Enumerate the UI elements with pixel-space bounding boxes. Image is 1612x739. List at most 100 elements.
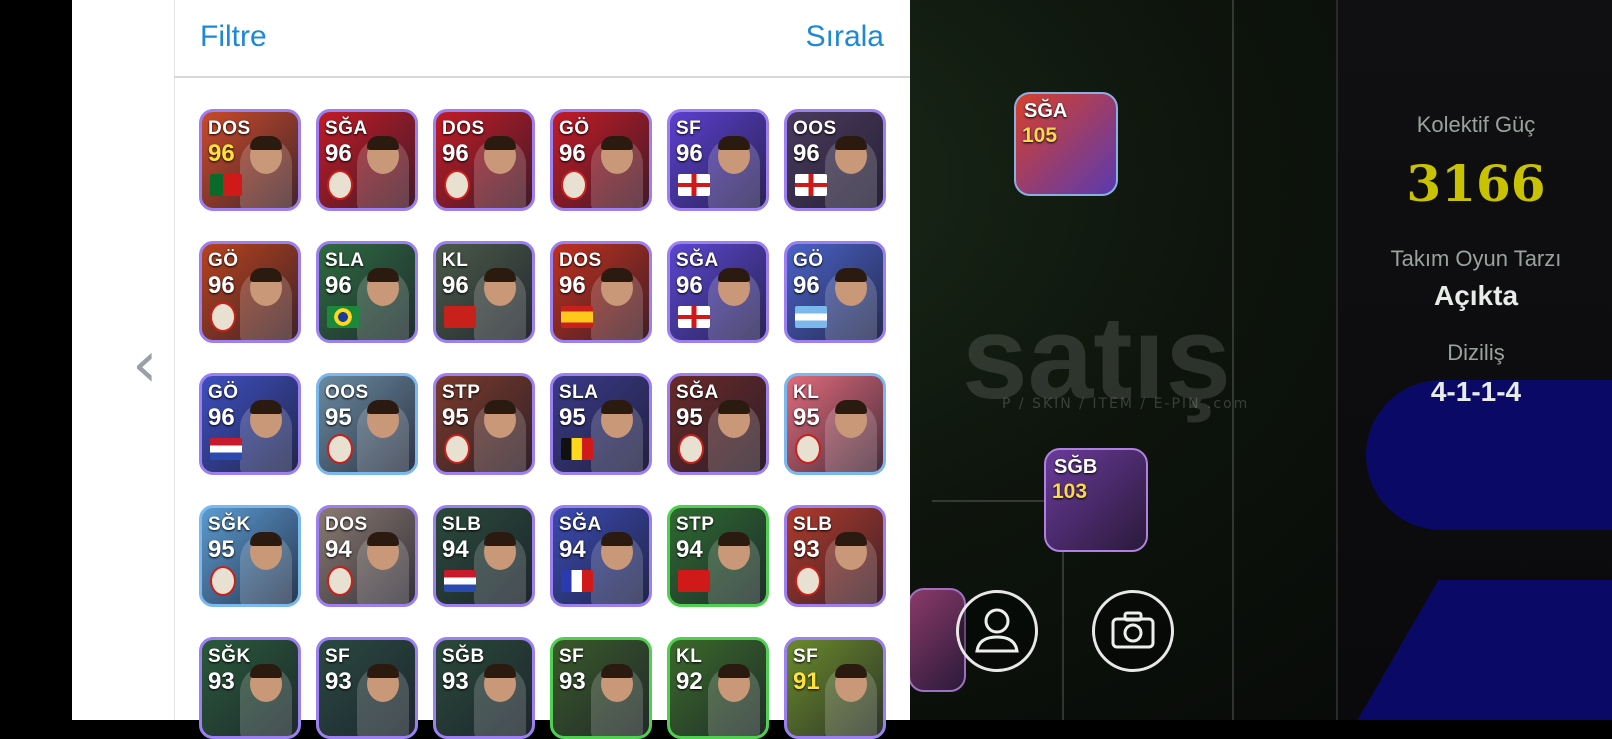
player-portrait	[240, 400, 292, 472]
sheffield-badge-icon	[795, 566, 821, 596]
belgium-flag-icon	[561, 438, 593, 460]
barcelona-badge-icon	[210, 302, 236, 332]
roma-badge-icon	[678, 434, 704, 464]
formation-value: 4-1-1-4	[1430, 376, 1522, 407]
player-rating: 92	[676, 668, 703, 695]
player-position: KL	[793, 382, 820, 403]
player-card[interactable]: STP 94	[667, 505, 769, 607]
decor-shape	[1357, 580, 1612, 720]
fcb-badge-icon	[210, 566, 236, 596]
arsenal-badge-icon	[327, 170, 353, 200]
field-player-card[interactable]: SĞB 103	[1044, 448, 1148, 552]
player-rating: 95	[559, 404, 586, 431]
player-rating: 96	[208, 140, 235, 167]
psg-badge-icon	[444, 434, 470, 464]
player-rating: 91	[793, 668, 820, 695]
player-list-panel: ‹ Filtre Sırala DOS 96 SĞA 96 DOS 96 GÖ 96 SF 96 O…	[72, 0, 910, 739]
player-card[interactable]: SĞK 93	[199, 637, 301, 739]
player-card[interactable]: SLB 93	[784, 505, 886, 607]
player-card[interactable]: SLA 96	[316, 241, 418, 343]
player-position: SLA	[325, 250, 365, 271]
play-style-label: Takım Oyun Tarzı	[1390, 246, 1562, 271]
player-portrait	[591, 532, 643, 604]
player-position: SĞK	[208, 514, 251, 535]
sort-button[interactable]: Sırala	[806, 20, 884, 54]
pitch-line	[932, 500, 1062, 502]
player-position: SF	[676, 118, 702, 139]
player-card[interactable]: SLB 94	[433, 505, 535, 607]
player-card[interactable]: DOS 96	[433, 109, 535, 211]
player-card[interactable]: SLA 95	[550, 373, 652, 475]
player-rating: 94	[559, 536, 586, 563]
field-card-rating: 103	[1052, 480, 1088, 503]
player-rating: 93	[793, 536, 820, 563]
player-rating: 96	[325, 272, 352, 299]
player-card[interactable]: KL 96	[433, 241, 535, 343]
arsenal-badge-icon	[561, 170, 587, 200]
player-position: SF	[559, 646, 585, 667]
player-card[interactable]: DOS 96	[550, 241, 652, 343]
field-card-position: SĞB	[1054, 456, 1098, 478]
fin-badge-icon	[795, 434, 821, 464]
player-portrait	[825, 400, 877, 472]
field-player-card[interactable]: SĞA 105	[1014, 92, 1118, 196]
player-card[interactable]: SĞA 96	[667, 241, 769, 343]
argentina-flag-icon	[795, 306, 827, 328]
player-rating: 94	[676, 536, 703, 563]
player-position: SĞA	[325, 118, 368, 139]
player-card[interactable]: KL 92	[667, 637, 769, 739]
player-portrait	[708, 664, 760, 736]
player-card[interactable]: STP 95	[433, 373, 535, 475]
player-card[interactable]: SĞA 94	[550, 505, 652, 607]
player-portrait	[591, 664, 643, 736]
player-position: GÖ	[208, 250, 239, 271]
netherlands-flag-icon	[444, 570, 476, 592]
player-card[interactable]: OOS 96	[784, 109, 886, 211]
player-card[interactable]: GÖ 96	[199, 241, 301, 343]
england-flag-icon	[678, 306, 710, 328]
player-card[interactable]: SF 91	[784, 637, 886, 739]
player-card[interactable]: SĞA 95	[667, 373, 769, 475]
player-card[interactable]: SF 96	[667, 109, 769, 211]
player-position: SĞA	[676, 382, 719, 403]
player-card[interactable]: SF 93	[316, 637, 418, 739]
player-rating: 95	[442, 404, 469, 431]
formation-label: Diziliş	[1447, 340, 1505, 365]
player-card[interactable]: SĞK 95	[199, 505, 301, 607]
player-position: DOS	[325, 514, 368, 535]
player-rating: 96	[208, 272, 235, 299]
player-rating: 95	[793, 404, 820, 431]
player-view-button[interactable]	[956, 590, 1038, 672]
player-card[interactable]: GÖ 96	[550, 109, 652, 211]
collective-power-label: Kolektif Güç	[1416, 112, 1536, 137]
field-card-rating: 105	[1022, 124, 1058, 147]
player-position: SLB	[793, 514, 833, 535]
player-portrait	[240, 136, 292, 208]
player-position: SLB	[442, 514, 482, 535]
player-card[interactable]: KL 95	[784, 373, 886, 475]
player-position: STP	[442, 382, 481, 403]
player-card[interactable]: GÖ 96	[199, 373, 301, 475]
player-position: GÖ	[208, 382, 239, 403]
player-portrait	[708, 400, 760, 472]
player-card[interactable]: SĞB 93	[433, 637, 535, 739]
header-divider	[174, 76, 910, 78]
player-card[interactable]: DOS 94	[316, 505, 418, 607]
player-card[interactable]: OOS 95	[316, 373, 418, 475]
player-rating: 96	[208, 404, 235, 431]
player-card[interactable]: GÖ 96	[784, 241, 886, 343]
player-rating: 96	[559, 140, 586, 167]
chevron-left-icon[interactable]: ‹	[132, 330, 172, 400]
player-card[interactable]: SĞA 96	[316, 109, 418, 211]
player-rating: 96	[793, 140, 820, 167]
player-portrait	[474, 400, 526, 472]
filter-button[interactable]: Filtre	[200, 20, 267, 54]
player-card[interactable]: DOS 96	[199, 109, 301, 211]
netherlands-flag-icon	[210, 438, 242, 460]
morocco-flag-icon	[444, 306, 476, 328]
panel-margin: ‹	[72, 0, 175, 720]
player-card[interactable]: SF 93	[550, 637, 652, 739]
player-portrait	[708, 268, 760, 340]
camera-button[interactable]	[1092, 590, 1174, 672]
player-position: SĞB	[442, 646, 485, 667]
